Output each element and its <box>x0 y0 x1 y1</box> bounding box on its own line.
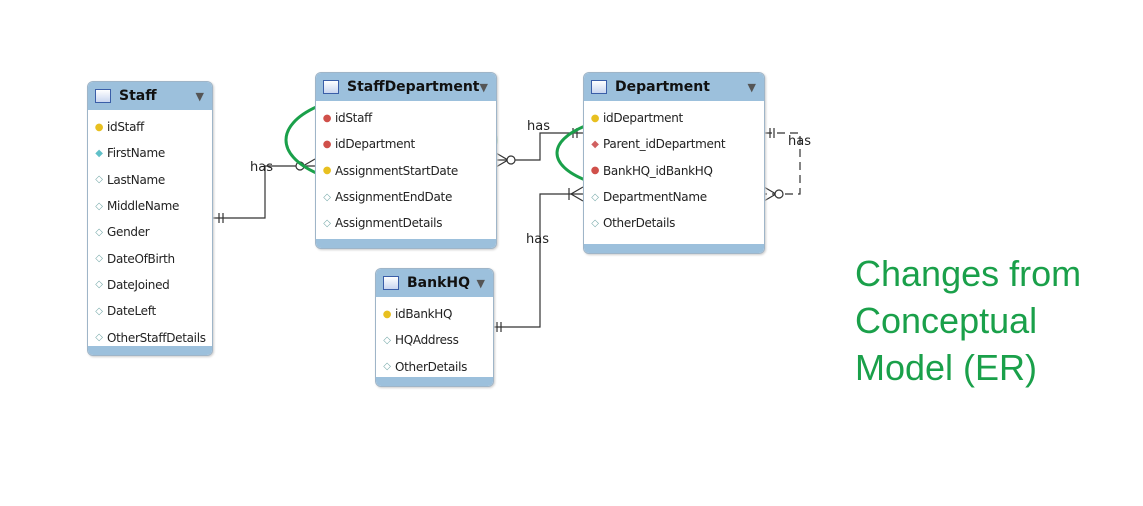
rel-label: has <box>527 119 550 134</box>
collapse-arrow-icon[interactable]: ▼ <box>748 81 756 94</box>
column-row[interactable]: ◇ DateJoined <box>88 272 212 298</box>
column-name: DateOfBirth <box>107 251 175 266</box>
table-department[interactable]: Department ▼ ● idDepartment ◆ Parent_idDepart… <box>583 72 765 254</box>
diamond-icon: ◇ <box>323 191 331 203</box>
collapse-arrow-icon[interactable]: ▼ <box>480 81 488 94</box>
table-footer <box>584 244 764 253</box>
diamond-icon: ◇ <box>323 217 331 229</box>
diamond-icon: ◇ <box>95 279 103 291</box>
table-footer <box>88 346 212 355</box>
column-name: OtherDetails <box>395 359 468 374</box>
diamond-icon: ◇ <box>591 217 599 229</box>
column-name: OtherDetails <box>603 216 676 231</box>
column-name: FirstName <box>107 146 165 161</box>
diamond-icon: ◇ <box>383 334 391 346</box>
column-row[interactable]: ● idStaff <box>88 114 212 140</box>
fk-key-icon: ● <box>590 165 600 177</box>
table-bankhq[interactable]: BankHQ ▼ ● idBankHQ ◇ HQAddress ◇ OtherDetails <box>375 268 494 387</box>
column-name: idStaff <box>335 111 372 126</box>
rel-label: has <box>788 134 811 149</box>
column-name: LastName <box>107 172 165 187</box>
table-footer <box>376 377 493 386</box>
column-row[interactable]: ◆ FirstName <box>88 140 212 166</box>
column-name: AssignmentEndDate <box>335 190 453 205</box>
column-name: idStaff <box>107 120 144 135</box>
column-row[interactable]: ◆ Parent_idDepartment <box>584 131 764 157</box>
column-row[interactable]: ● idStaff <box>316 105 496 131</box>
table-icon <box>591 80 607 94</box>
collapse-arrow-icon[interactable]: ▼ <box>196 90 204 103</box>
column-row[interactable]: ● AssignmentStartDate <box>316 158 496 184</box>
pk-key-icon: ● <box>322 165 332 177</box>
column-name: MiddleName <box>107 199 180 214</box>
rel-label: has <box>526 232 549 247</box>
table-icon <box>383 276 399 290</box>
column-name: DateJoined <box>107 277 170 292</box>
note-line: Conceptual <box>855 300 1038 341</box>
column-row[interactable]: ◇ HQAddress <box>376 327 493 353</box>
diamond-icon: ◇ <box>95 200 103 212</box>
diamond-icon: ◇ <box>95 332 103 344</box>
column-name: HQAddress <box>395 333 459 348</box>
column-name: Parent_idDepartment <box>603 137 726 152</box>
column-name: DateLeft <box>107 304 156 319</box>
table-footer <box>316 239 496 248</box>
diamond-icon: ◇ <box>95 253 103 265</box>
diamond-icon: ◇ <box>383 361 391 373</box>
table-header[interactable]: StaffDepartment ▼ <box>316 73 496 101</box>
column-row[interactable]: ◇ Gender <box>88 219 212 245</box>
rel-label: has <box>250 160 273 175</box>
table-header[interactable]: Department ▼ <box>584 73 764 101</box>
table-name: Staff <box>119 88 157 104</box>
note-line: Changes from <box>855 253 1082 294</box>
fk-key-icon: ● <box>322 112 332 124</box>
pk-key-icon: ● <box>382 308 392 320</box>
column-row[interactable]: ◇ DateOfBirth <box>88 245 212 271</box>
column-row[interactable]: ◇ LastName <box>88 167 212 193</box>
column-row[interactable]: ◇ OtherDetails <box>376 354 493 380</box>
column-name: AssignmentStartDate <box>335 163 458 178</box>
rel-bankhq-dept <box>493 193 583 328</box>
pk-key-icon: ● <box>590 112 600 124</box>
column-name: BankHQ_idBankHQ <box>603 163 713 178</box>
note-text: Changes from Conceptual Model (ER) <box>855 250 1081 391</box>
table-staffdepartment[interactable]: StaffDepartment ▼ ● idStaff ● idDepartment ● As… <box>315 72 497 249</box>
pk-key-icon: ● <box>94 121 104 133</box>
table-name: Department <box>615 79 710 95</box>
column-row[interactable]: ● idDepartment <box>316 131 496 157</box>
fk-diamond-icon: ◆ <box>591 138 599 150</box>
diamond-icon: ◇ <box>95 305 103 317</box>
table-icon <box>95 89 111 103</box>
column-row[interactable]: ● BankHQ_idBankHQ <box>584 158 764 184</box>
diamond-icon: ◇ <box>95 174 103 186</box>
column-row[interactable]: ◇ OtherDetails <box>584 210 764 236</box>
table-header[interactable]: BankHQ ▼ <box>376 269 493 297</box>
column-row[interactable]: ● idBankHQ <box>376 301 493 327</box>
column-row[interactable]: ◇ DateLeft <box>88 298 212 324</box>
column-row[interactable]: ◇ MiddleName <box>88 193 212 219</box>
column-name: idDepartment <box>603 111 683 126</box>
table-header[interactable]: Staff ▼ <box>88 82 212 110</box>
column-name: idBankHQ <box>395 307 453 322</box>
column-name: Gender <box>107 225 150 240</box>
column-name: OtherStaffDetails <box>107 330 206 345</box>
column-row[interactable]: ● idDepartment <box>584 105 764 131</box>
collapse-arrow-icon[interactable]: ▼ <box>477 277 485 290</box>
filled-diamond-icon: ◆ <box>95 147 103 159</box>
table-staff[interactable]: Staff ▼ ● idStaff ◆ FirstName ◇ LastName ◇ Middle… <box>87 81 213 356</box>
column-row[interactable]: ◇ DepartmentName <box>584 184 764 210</box>
table-name: StaffDepartment <box>347 79 480 95</box>
diamond-icon: ◇ <box>95 226 103 238</box>
note-line: Model (ER) <box>855 347 1038 388</box>
table-name: BankHQ <box>407 275 471 291</box>
column-name: AssignmentDetails <box>335 216 443 231</box>
column-name: idDepartment <box>335 137 415 152</box>
table-icon <box>323 80 339 94</box>
diamond-icon: ◇ <box>591 191 599 203</box>
column-row[interactable]: ◇ AssignmentDetails <box>316 210 496 236</box>
column-row[interactable]: ◇ AssignmentEndDate <box>316 184 496 210</box>
fk-key-icon: ● <box>322 138 332 150</box>
column-name: DepartmentName <box>603 190 707 205</box>
